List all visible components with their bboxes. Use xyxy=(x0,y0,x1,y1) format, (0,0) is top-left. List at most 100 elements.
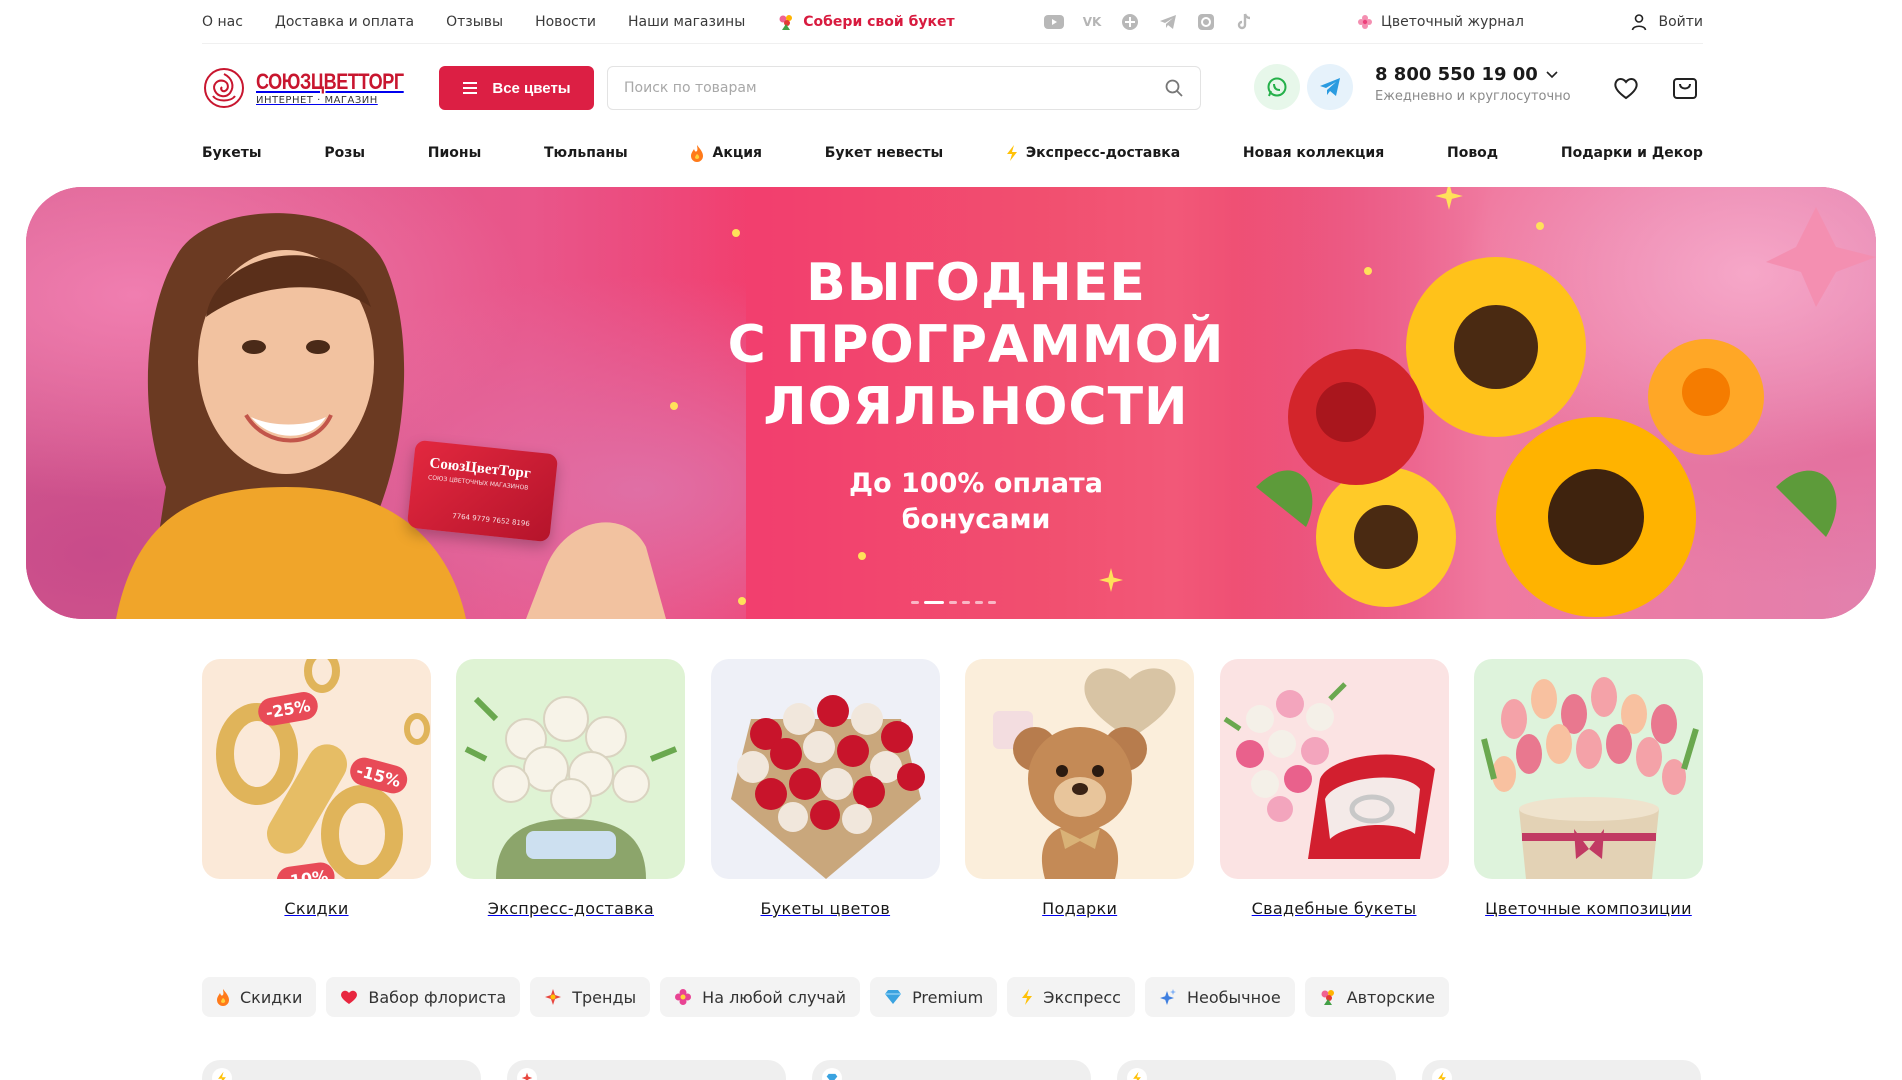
menu-item-new-collection[interactable]: Новая коллекция xyxy=(1243,145,1384,161)
favorites-button[interactable] xyxy=(1610,72,1642,104)
bouquet-builder-link[interactable]: Собери свой букет xyxy=(777,13,955,31)
slider-dot[interactable] xyxy=(975,601,983,604)
bouquet-icon xyxy=(1321,990,1334,1005)
bouquet-builder-label: Собери свой букет xyxy=(803,13,955,30)
youtube-icon[interactable] xyxy=(1044,12,1064,32)
menu-item-label: Тюльпаны xyxy=(544,145,628,161)
menu-item-gifts-decor[interactable]: Подарки и Декор xyxy=(1561,145,1703,161)
product-grid xyxy=(202,1060,1703,1080)
slider-dot[interactable] xyxy=(962,601,970,604)
phone-number[interactable]: 8 800 550 19 00 xyxy=(1375,64,1571,85)
category-image xyxy=(710,659,940,879)
top-link-about[interactable]: О нас xyxy=(202,14,243,30)
tag-florist-choice[interactable]: Вабор флориста xyxy=(326,977,521,1017)
tag-premium[interactable]: Premium xyxy=(870,977,998,1017)
category-compositions[interactable]: Цветочные композиции xyxy=(1473,659,1703,919)
whatsapp-icon xyxy=(1267,77,1287,97)
category-express[interactable]: Экспресс-доставка xyxy=(456,659,686,919)
tag-express[interactable]: Экспресс xyxy=(1007,977,1135,1017)
top-link-delivery[interactable]: Доставка и оплата xyxy=(275,14,414,30)
phone-block: 8 800 550 19 00 Ежедневно и круглосуточн… xyxy=(1375,64,1571,104)
product-card[interactable] xyxy=(1117,1060,1396,1080)
menu-item-sale[interactable]: Акция xyxy=(690,144,762,162)
top-link-stores[interactable]: Наши магазины xyxy=(628,14,745,30)
cart-button[interactable] xyxy=(1669,72,1701,104)
slider-dot[interactable] xyxy=(911,601,919,604)
tag-label: На любой случай xyxy=(702,987,847,1007)
phone-number-text: 8 800 550 19 00 xyxy=(1375,64,1538,85)
tag-trends[interactable]: Тренды xyxy=(530,977,651,1017)
slider-dots xyxy=(911,601,996,604)
top-link-news[interactable]: Новости xyxy=(535,14,596,30)
menu-item-roses[interactable]: Розы xyxy=(324,145,365,161)
balloons-illustration: -25% -15% -10% xyxy=(216,659,430,879)
loyalty-card: СоюзЦветТорг СОЮЗ ЦВЕТОЧНЫХ МАГАЗИНОВ 77… xyxy=(406,439,559,543)
banner-subline: До 100% оплата бонусами xyxy=(849,468,1103,535)
category-bouquets[interactable]: Букеты цветов xyxy=(710,659,940,919)
diamond-icon xyxy=(885,990,902,1004)
menu-item-express[interactable]: Экспресс-доставка xyxy=(1006,144,1180,162)
sparkle-icon xyxy=(1536,222,1544,230)
menu-item-tulips[interactable]: Тюльпаны xyxy=(544,145,628,161)
category-wedding[interactable]: Свадебные букеты xyxy=(1219,659,1449,919)
lightning-icon xyxy=(1127,1068,1147,1080)
search-icon[interactable] xyxy=(1164,78,1184,98)
fire-icon xyxy=(217,989,229,1006)
slider-dot[interactable] xyxy=(949,601,957,604)
sunflower-bouquet-illustration xyxy=(1256,207,1876,617)
loyalty-banner[interactable]: СоюзЦветТорг СОЮЗ ЦВЕТОЧНЫХ МАГАЗИНОВ 77… xyxy=(26,187,1876,619)
category-image xyxy=(1473,659,1703,879)
tulips-box-illustration xyxy=(1481,677,1699,879)
tag-label: Тренды xyxy=(572,987,637,1007)
menu-item-label: Пионы xyxy=(427,145,482,161)
top-link-reviews[interactable]: Отзывы xyxy=(446,14,503,30)
product-card[interactable] xyxy=(202,1060,481,1080)
product-card[interactable] xyxy=(1422,1060,1701,1080)
category-label: Цветочные композиции xyxy=(1485,899,1692,918)
category-gifts[interactable]: Подарки xyxy=(965,659,1195,919)
product-card[interactable] xyxy=(812,1060,1091,1080)
telegram-icon[interactable] xyxy=(1158,12,1178,32)
category-grid: -25% -15% -10% Скидки Экспресс-доставка xyxy=(202,659,1703,919)
sunflower-1 xyxy=(1406,257,1586,437)
menu-item-bridal[interactable]: Букет невесты xyxy=(825,145,943,161)
whatsapp-button[interactable] xyxy=(1254,64,1300,110)
site-logo[interactable]: СОЮЗЦВЕТТОРГ ИНТЕРНЕТ · МАГАЗИН xyxy=(202,66,436,110)
menu-item-peonies[interactable]: Пионы xyxy=(428,145,481,161)
tiktok-icon[interactable] xyxy=(1234,12,1254,32)
sparkle-icon xyxy=(732,229,740,237)
menu-item-bouquets[interactable]: Букеты xyxy=(202,145,262,161)
top-links: О нас Доставка и оплата Отзывы Новости Н… xyxy=(202,13,955,31)
tag-label: Вабор флориста xyxy=(368,987,507,1007)
instagram-icon[interactable] xyxy=(1196,12,1216,32)
sunflower-2 xyxy=(1496,417,1696,617)
loyalty-card-number: 7764 9779 7652 8196 xyxy=(451,511,531,529)
tag-author[interactable]: Авторские xyxy=(1304,977,1450,1017)
heart-icon xyxy=(1614,78,1638,100)
login-link[interactable]: Войти xyxy=(1630,13,1703,31)
tag-label: Premium xyxy=(912,987,984,1007)
tag-any-occasion[interactable]: На любой случай xyxy=(660,977,861,1017)
cart-icon xyxy=(1673,78,1697,99)
category-discounts[interactable]: -25% -15% -10% Скидки xyxy=(202,659,431,919)
search-input[interactable] xyxy=(624,80,1164,96)
tag-label: Экспресс xyxy=(1043,987,1121,1007)
ok-icon[interactable] xyxy=(1120,12,1140,32)
woman-illustration xyxy=(116,213,666,619)
category-image xyxy=(1219,659,1449,879)
tag-label: Необычное xyxy=(1186,987,1281,1007)
all-flowers-button[interactable]: Все цветы xyxy=(439,66,594,110)
product-card[interactable] xyxy=(507,1060,786,1080)
all-flowers-label: Все цветы xyxy=(492,79,571,97)
flower-journal-link[interactable]: Цветочный журнал xyxy=(1357,14,1524,30)
tag-unusual[interactable]: Необычное xyxy=(1144,977,1295,1017)
tag-discounts[interactable]: Скидки xyxy=(202,977,317,1017)
car-bouquet-illustration xyxy=(465,696,678,879)
slider-dot[interactable] xyxy=(924,601,944,604)
slider-dot[interactable] xyxy=(988,601,996,604)
telegram-button[interactable] xyxy=(1307,64,1353,110)
bouquet-icon xyxy=(779,14,793,30)
category-label: Подарки xyxy=(1042,899,1118,918)
vk-icon[interactable]: VK xyxy=(1082,12,1102,32)
menu-item-occasion[interactable]: Повод xyxy=(1447,145,1498,161)
